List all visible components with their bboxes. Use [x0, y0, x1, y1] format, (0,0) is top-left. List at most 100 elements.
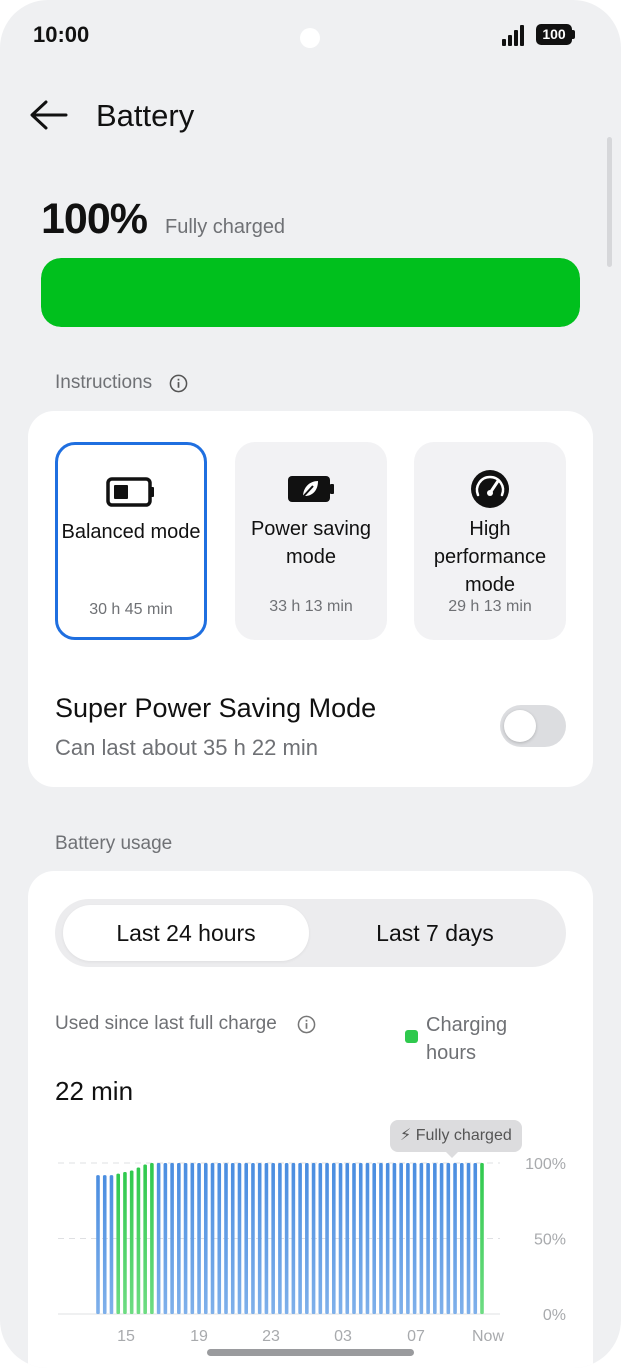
chart-bar — [271, 1163, 275, 1314]
period-switch: Last 24 hours Last 7 days — [55, 899, 566, 967]
x-tick-label: Now — [472, 1328, 504, 1345]
info-icon[interactable] — [297, 1015, 316, 1034]
chart-bar — [102, 1175, 107, 1314]
chart-bar — [412, 1163, 417, 1314]
instructions-label: Instructions — [55, 372, 153, 393]
chart-bar — [298, 1163, 302, 1314]
tab-last-7-days[interactable]: Last 7 days — [312, 905, 558, 961]
battery-usage-label: Battery usage — [55, 833, 173, 854]
chart-bar — [459, 1163, 464, 1314]
page-title: Battery — [96, 98, 195, 133]
chart-bar — [466, 1163, 471, 1314]
back-button[interactable] — [22, 92, 72, 138]
chart-bar — [156, 1163, 161, 1314]
super-power-saving-toggle[interactable] — [500, 705, 566, 747]
chart-bar — [170, 1163, 174, 1314]
chart-bar — [446, 1163, 451, 1314]
super-power-saving-title: Super Power Saving Mode — [55, 693, 377, 723]
chart-bar — [284, 1163, 289, 1314]
chart-bar — [251, 1163, 255, 1314]
chart-bar — [197, 1163, 201, 1314]
chart-bar — [244, 1163, 249, 1314]
chart-bar — [163, 1163, 168, 1314]
scrollbar[interactable] — [607, 137, 612, 267]
y-tick-label: 100% — [525, 1156, 566, 1173]
leaf-battery-icon — [288, 476, 334, 502]
chart-bar — [385, 1163, 390, 1314]
chart-bar — [453, 1163, 457, 1314]
tab-last-24-hours[interactable]: Last 24 hours — [63, 905, 309, 961]
battery-icon — [106, 477, 154, 507]
chart-bar — [230, 1163, 235, 1314]
chart-bar — [345, 1163, 350, 1314]
chart-bar — [325, 1163, 329, 1314]
mode-high-performance[interactable]: High performance mode 29 h 13 min — [414, 442, 566, 640]
x-tick-label: 03 — [334, 1328, 352, 1345]
phone-screen: 10:00 100 Battery 100% Fully charged Ins… — [0, 0, 621, 1368]
chart-bar — [177, 1163, 181, 1314]
toggle-knob — [504, 710, 536, 742]
used-since-value: 22 min — [55, 1076, 134, 1106]
chart-bar — [264, 1163, 269, 1314]
chart-bar — [203, 1163, 208, 1314]
chart-bar — [129, 1170, 134, 1314]
mode-time: 29 h 13 min — [448, 598, 532, 615]
chart-bar — [480, 1163, 484, 1314]
info-icon[interactable] — [169, 374, 188, 393]
usage-chart: 100% 50% 0% 15 19 23 03 07 Now ⚡ Fully charged — [28, 1111, 593, 1351]
chart-bar — [399, 1163, 403, 1314]
battery-status-text: Fully charged — [165, 216, 286, 238]
chart-bar — [224, 1163, 228, 1314]
legend-label: Charging hours — [426, 1014, 508, 1064]
tag-pointer — [446, 1152, 458, 1158]
chart-bar — [116, 1173, 121, 1314]
status-time: 10:00 — [33, 22, 90, 47]
chart-bar — [311, 1163, 316, 1314]
battery-status-nub — [572, 30, 575, 39]
used-since-label: Used since last full charge — [55, 1013, 277, 1034]
chart-bar — [136, 1167, 141, 1314]
usage-card: Last 24 hours Last 7 days Used since las… — [28, 871, 593, 1368]
chart-bar — [439, 1163, 444, 1314]
legend-swatch — [405, 1030, 418, 1043]
chart-bar — [237, 1163, 242, 1314]
chart-bar — [372, 1163, 377, 1314]
chart-bar — [358, 1163, 363, 1314]
signal-icon — [502, 24, 526, 46]
chart-bar — [291, 1163, 296, 1314]
chart-bar — [331, 1163, 336, 1314]
front-camera — [300, 28, 320, 48]
chart-bar — [190, 1163, 195, 1314]
chart-bar — [365, 1163, 370, 1314]
chart-bar — [150, 1163, 154, 1314]
header: Battery — [0, 80, 621, 150]
status-bar: 10:00 100 — [0, 0, 621, 70]
chart-bar — [473, 1163, 478, 1314]
chart-bar — [96, 1175, 100, 1314]
chart-bar — [183, 1163, 188, 1314]
bolt-icon: ⚡ — [400, 1127, 412, 1144]
chart-bar — [392, 1163, 397, 1314]
chart-bar — [217, 1163, 222, 1314]
mode-power-saving[interactable]: Power saving mode 33 h 13 min — [235, 442, 387, 640]
battery-status-icon: 100 — [536, 24, 572, 45]
home-indicator[interactable] — [207, 1349, 414, 1356]
chart-bar — [433, 1163, 437, 1314]
chart-bar — [318, 1163, 323, 1314]
x-tick-label: 23 — [262, 1328, 280, 1345]
fully-charged-tag: ⚡ Fully charged — [390, 1120, 522, 1152]
chart-bar — [123, 1172, 127, 1314]
battery-level-fill — [41, 258, 580, 327]
y-tick-label: 0% — [543, 1307, 566, 1324]
chart-bar — [419, 1163, 424, 1314]
mode-balanced[interactable]: Balanced mode 30 h 45 min — [55, 442, 207, 640]
chart-bar — [426, 1163, 430, 1314]
x-tick-label: 19 — [190, 1328, 208, 1345]
chart-bar — [379, 1163, 383, 1314]
mode-name: Power saving mode — [250, 518, 372, 568]
chart-bar — [305, 1163, 309, 1314]
battery-percent: 100% — [41, 195, 148, 243]
chart-bar — [352, 1163, 356, 1314]
fully-charged-text: Fully charged — [415, 1127, 512, 1144]
y-tick-label: 50% — [534, 1232, 566, 1249]
